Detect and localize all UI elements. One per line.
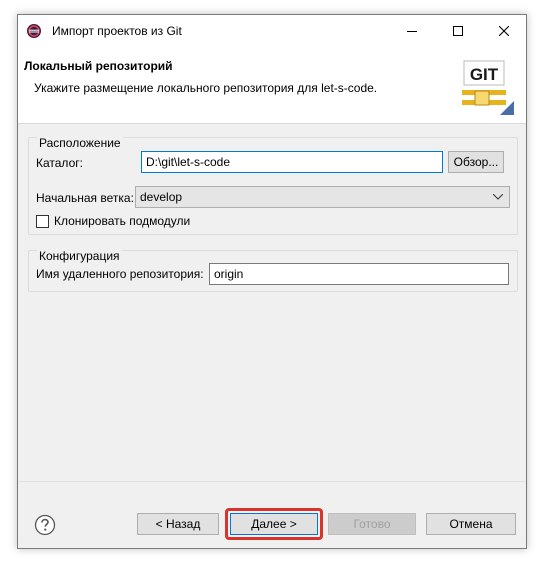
back-button[interactable]: < Назад: [137, 513, 219, 535]
chevron-down-icon: [493, 194, 503, 200]
minimize-button[interactable]: [389, 15, 435, 47]
git-logo-text: GIT: [470, 65, 499, 84]
clone-submodules-checkbox[interactable]: [36, 215, 49, 228]
finish-button[interactable]: Готово: [328, 513, 416, 535]
page-title: Локальный репозиторий: [24, 59, 173, 73]
remote-name-label: Имя удаленного репозитория:: [36, 267, 204, 281]
eclipse-app-icon: [27, 24, 41, 38]
footer-separator: [18, 481, 526, 482]
close-icon: [499, 26, 509, 36]
branch-select-value: develop: [140, 190, 183, 204]
directory-label: Каталог:: [36, 156, 83, 170]
location-group-title: Расположение: [37, 136, 123, 150]
minimize-icon: [407, 31, 417, 32]
directory-input[interactable]: D:\git\let-s-code: [141, 151, 443, 173]
window-title: Импорт проектов из Git: [52, 24, 182, 38]
browse-button[interactable]: Обзор...: [448, 151, 504, 173]
maximize-button[interactable]: [435, 15, 481, 47]
branch-select[interactable]: develop: [135, 186, 510, 208]
clone-submodules-label[interactable]: Клонировать подмодули: [54, 214, 190, 228]
branch-label: Начальная ветка:: [36, 191, 134, 205]
help-icon[interactable]: [34, 514, 56, 536]
maximize-icon: [453, 26, 463, 36]
import-dialog: Импорт проектов из Git Локальный репозит…: [17, 14, 527, 549]
remote-name-input[interactable]: origin: [209, 263, 509, 285]
page-description: Укажите размещение локального репозитори…: [34, 81, 378, 95]
cancel-button[interactable]: Отмена: [426, 513, 516, 535]
next-button-highlight: [225, 508, 323, 540]
git-logo-icon: GIT: [462, 60, 514, 115]
configuration-group-title: Конфигурация: [37, 249, 122, 263]
title-bar: Импорт проектов из Git: [18, 15, 526, 47]
close-button[interactable]: [481, 15, 527, 47]
wizard-header: Локальный репозиторий Укажите размещение…: [18, 47, 526, 124]
